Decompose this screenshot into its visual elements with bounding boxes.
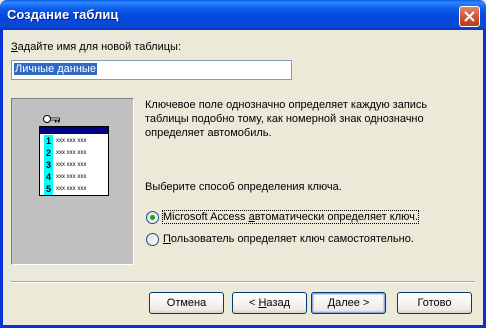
key-icon	[43, 115, 60, 123]
key-method-prompt: Выберите способ определения ключа.	[145, 181, 342, 193]
table-name-value: Личные данные	[14, 63, 97, 75]
radio-auto-key-circle[interactable]	[146, 211, 159, 224]
next-button[interactable]: Далее >	[311, 292, 386, 314]
back-button[interactable]: < Назад	[232, 292, 307, 314]
table-preview-row: 4 xxx xxx xxx	[44, 171, 87, 183]
window-title: Создание таблиц	[7, 7, 119, 22]
table-preview-header	[40, 127, 108, 134]
separator-line	[11, 281, 475, 283]
finish-button[interactable]: Готово	[397, 292, 472, 314]
radio-auto-key-label[interactable]: Microsoft Access автоматически определяе…	[162, 210, 419, 224]
radio-user-key-circle[interactable]	[146, 233, 159, 246]
table-preview: 1 xxx xxx xxx 2 xxx xxx xxx 3 xxx xxx xx…	[39, 126, 109, 196]
table-preview-row: 3 xxx xxx xxx	[44, 159, 87, 171]
close-icon	[464, 11, 475, 22]
key-illustration: 1 xxx xxx xxx 2 xxx xxx xxx 3 xxx xxx xx…	[11, 98, 134, 265]
table-preview-row: 5 xxx xxx xxx	[44, 183, 87, 195]
table-preview-row: 1 xxx xxx xxx	[44, 135, 87, 147]
title-bar[interactable]: Создание таблиц	[0, 0, 486, 30]
dialog-window: Создание таблиц Задайте имя для новой та…	[0, 0, 486, 328]
radio-selected-dot	[150, 215, 155, 220]
table-name-input[interactable]: Личные данные	[11, 60, 292, 80]
cancel-button[interactable]: Отмена	[149, 292, 224, 314]
close-button[interactable]	[459, 6, 480, 27]
dialog-body: Задайте имя для новой таблицы: Личные да…	[3, 30, 483, 325]
key-description: Ключевое поле однозначно определяет кажд…	[145, 99, 428, 139]
table-preview-row: 2 xxx xxx xxx	[44, 147, 87, 159]
table-name-label: Задайте имя для новой таблицы:	[11, 41, 182, 53]
radio-user-key-label[interactable]: Пользователь определяет ключ самостоятел…	[163, 233, 414, 245]
